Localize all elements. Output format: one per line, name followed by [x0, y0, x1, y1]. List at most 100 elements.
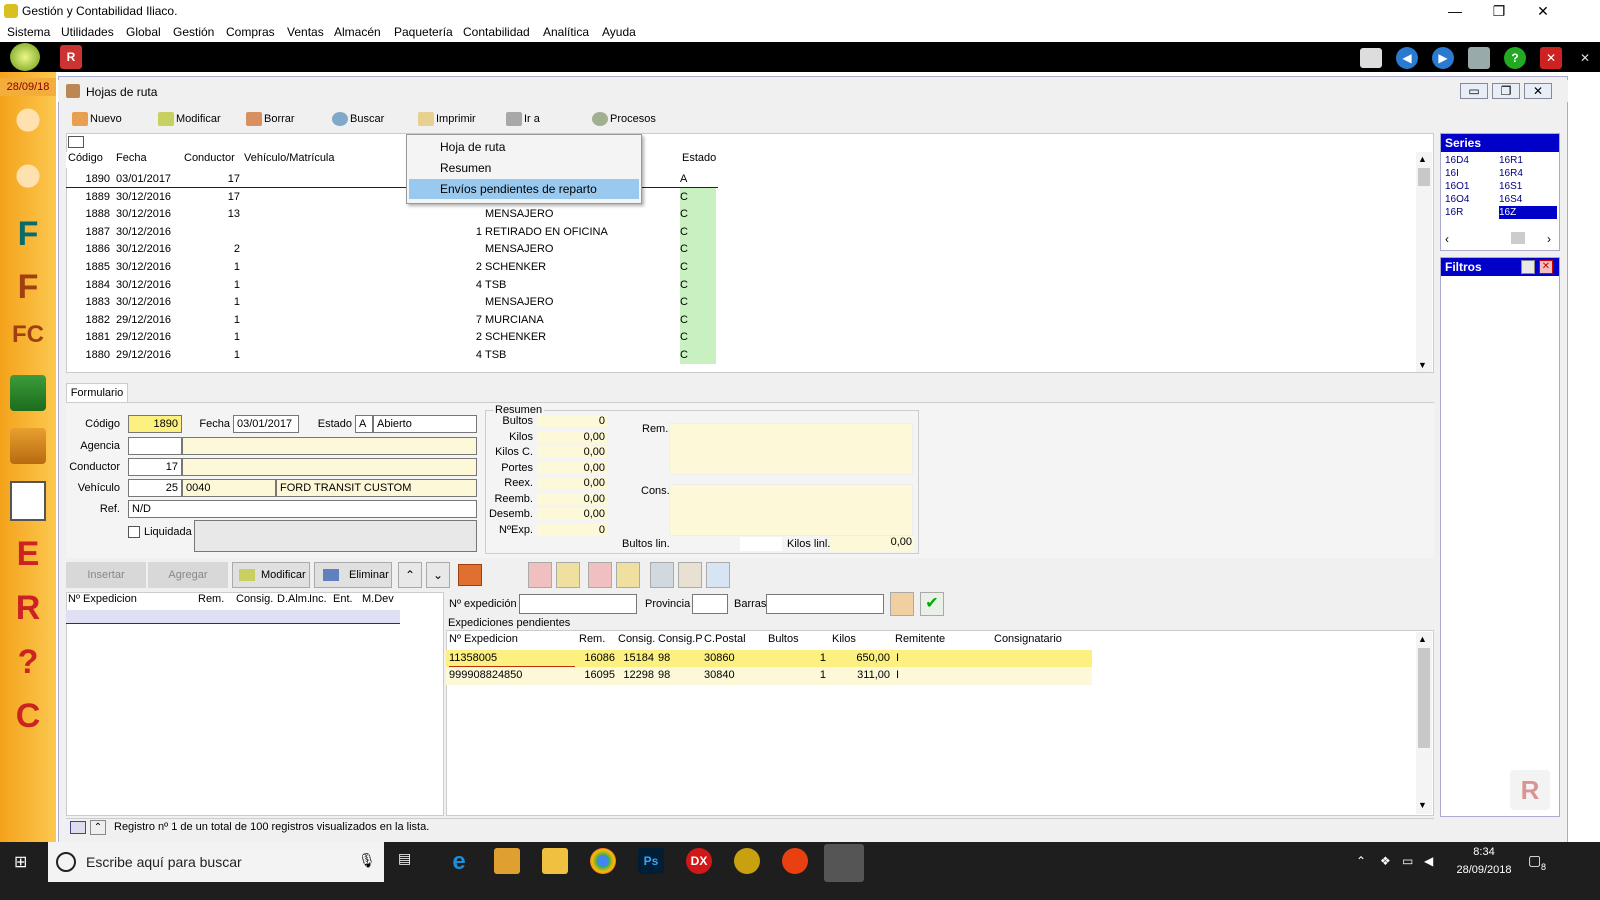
barras-input[interactable]	[766, 594, 884, 614]
series-item[interactable]: 16S4	[1499, 193, 1557, 206]
clock-time[interactable]: 8:34	[1454, 846, 1514, 858]
grid-row[interactable]: 1884 30/12/2016 1 4 TSB C	[66, 275, 718, 294]
pend-scroll-thumb[interactable]	[1418, 648, 1430, 748]
grid-row[interactable]: 1885 30/12/2016 1 2 SCHENKER C	[66, 258, 718, 276]
tray-chevron-icon[interactable]: ⌃	[1356, 854, 1366, 868]
close-button[interactable]: ✕	[1520, 1, 1566, 21]
card-icon[interactable]	[650, 562, 674, 588]
grid-row[interactable]: 1886 30/12/2016 2 MENSAJERO C	[66, 240, 718, 259]
menu-paqueteria[interactable]: Paquetería	[394, 25, 453, 39]
users-icon[interactable]	[6, 104, 50, 150]
menu-contabilidad[interactable]: Contabilidad	[463, 25, 530, 39]
invoice-f2-icon[interactable]: F	[6, 268, 50, 314]
pend-row[interactable]: 999908824850 16095 12298 98 30840 1 311,00 I	[446, 667, 1092, 685]
pend-col-kilos[interactable]: Kilos	[832, 633, 856, 645]
chrome-icon[interactable]	[590, 848, 616, 874]
pend-row[interactable]: 11358005 16086 15184 98 30860 1 650,00 I	[446, 650, 1092, 668]
inner-close-button[interactable]: ✕	[1524, 83, 1552, 99]
confirm-check-icon[interactable]: ✔	[920, 592, 944, 616]
inner-minimize-button[interactable]: ▭	[1460, 83, 1488, 99]
borrar-button[interactable]: Borrar	[246, 112, 295, 126]
series-scroll-left-icon[interactable]: ‹	[1445, 232, 1449, 246]
grid-scrollbar[interactable]: ▲ ▼	[1416, 152, 1432, 372]
exp-col-mdev[interactable]: M.Dev	[362, 593, 394, 605]
grid-row[interactable]: 1880 29/12/2016 1 4 TSB C	[66, 346, 718, 364]
series-item[interactable]: 16S1	[1499, 180, 1557, 193]
maximize-button[interactable]: ❐	[1476, 1, 1522, 21]
menu-item-hoja-ruta[interactable]: Hoja de ruta	[409, 137, 639, 157]
pend-scroll-down-icon[interactable]: ▼	[1418, 800, 1427, 810]
provincia-input[interactable]	[692, 594, 728, 614]
close-app-icon[interactable]: ✕	[1540, 47, 1562, 69]
menu-sistema[interactable]: Sistema	[7, 25, 50, 39]
codigo-field[interactable]: 1890	[128, 415, 182, 433]
scanner-icon[interactable]	[890, 592, 914, 616]
series-item[interactable]: 16R1	[1499, 154, 1557, 167]
col-fecha[interactable]: Fecha	[116, 152, 147, 164]
series-item[interactable]: 16Z	[1499, 206, 1557, 219]
menu-ayuda[interactable]: Ayuda	[602, 25, 636, 39]
move-down-icon[interactable]: ⌄	[426, 562, 450, 588]
edge-icon[interactable]: e	[446, 848, 472, 875]
home-icon[interactable]	[10, 43, 40, 71]
estado-code-field[interactable]: A	[355, 415, 373, 433]
pend-col-remitente[interactable]: Remitente	[895, 633, 945, 645]
bag-green-icon[interactable]	[10, 375, 46, 411]
exp-col-consig[interactable]: Consig.	[236, 593, 273, 605]
messages-icon[interactable]	[1360, 48, 1382, 68]
exp-col-nexp[interactable]: Nº Expedicion	[68, 593, 137, 605]
windows-icon[interactable]	[1468, 47, 1490, 69]
pend-col-rem[interactable]: Rem.	[579, 633, 605, 645]
grid-config-icon[interactable]	[68, 136, 84, 148]
buscar-button[interactable]: Buscar	[332, 112, 384, 126]
clock-date[interactable]: 28/09/2018	[1450, 864, 1518, 876]
fc-icon[interactable]: FC	[6, 321, 50, 367]
photoshop-icon[interactable]: Ps	[638, 848, 664, 874]
menu-global[interactable]: Global	[126, 25, 161, 39]
exp-col-inc[interactable]: Inc.	[309, 593, 327, 605]
remitente-edit-icon[interactable]	[556, 562, 580, 588]
active-app-icon[interactable]	[824, 844, 864, 882]
imprimir-button[interactable]: Imprimir	[418, 112, 476, 126]
nuevo-button[interactable]: Nuevo	[72, 112, 122, 126]
box-e-icon[interactable]: E	[6, 535, 50, 581]
remitente-icon[interactable]	[528, 562, 552, 588]
pend-col-consig[interactable]: Consig.	[618, 633, 655, 645]
grid-row[interactable]: 1888 30/12/2016 13 MENSAJERO C	[66, 205, 718, 224]
move-up-icon[interactable]: ⌃	[398, 562, 422, 588]
list-icon[interactable]	[10, 481, 46, 521]
agencia-code-field[interactable]	[128, 437, 182, 455]
col-vehiculo[interactable]: Vehículo/Matrícula	[244, 152, 335, 164]
conductor-field[interactable]: 17	[128, 458, 182, 476]
agregar-button[interactable]: Agregar	[148, 562, 228, 588]
menu-gestion[interactable]: Gestión	[173, 25, 214, 39]
minimize-button[interactable]: —	[1432, 1, 1478, 21]
series-item[interactable]: 16O4	[1445, 193, 1469, 206]
series-item[interactable]: 16R	[1445, 206, 1469, 219]
eliminar-button[interactable]: Eliminar	[314, 562, 392, 588]
series-item[interactable]: 16O1	[1445, 180, 1469, 193]
document-icon[interactable]	[706, 562, 730, 588]
back-icon[interactable]: ◀	[1396, 47, 1418, 69]
grid-row[interactable]: 1882 29/12/2016 1 7 MURCIANA C	[66, 310, 718, 329]
exit-icon[interactable]: ✕	[1574, 47, 1596, 69]
vehiculo-code-field[interactable]: 25	[128, 479, 182, 497]
grid-row[interactable]: 1887 30/12/2016 1 RETIRADO EN OFICINA C	[66, 222, 718, 241]
series-scroll-thumb[interactable]	[1511, 232, 1525, 244]
notes-field[interactable]	[194, 520, 477, 552]
pend-scroll-up-icon[interactable]: ▲	[1418, 634, 1427, 644]
task-view-icon[interactable]: ▤	[398, 850, 418, 870]
menu-utilidades[interactable]: Utilidades	[61, 25, 114, 39]
inner-restore-button[interactable]: ❐	[1492, 83, 1520, 99]
box-r-icon[interactable]: R	[6, 589, 50, 635]
grid-row[interactable]: 1883 30/12/2016 1 MENSAJERO C	[66, 293, 718, 312]
menu-compras[interactable]: Compras	[226, 25, 275, 39]
box-c-icon[interactable]: C	[6, 697, 50, 743]
pend-col-bultos[interactable]: Bultos	[768, 633, 799, 645]
series-item[interactable]: 16I	[1445, 167, 1469, 180]
pend-col-consigp[interactable]: Consig.P	[658, 633, 703, 645]
mail-icon[interactable]	[678, 562, 702, 588]
dropbox-icon[interactable]: ❖	[1380, 854, 1391, 868]
ira-button[interactable]: Ir a	[506, 112, 540, 126]
menu-almacen[interactable]: Almacén	[334, 25, 381, 39]
